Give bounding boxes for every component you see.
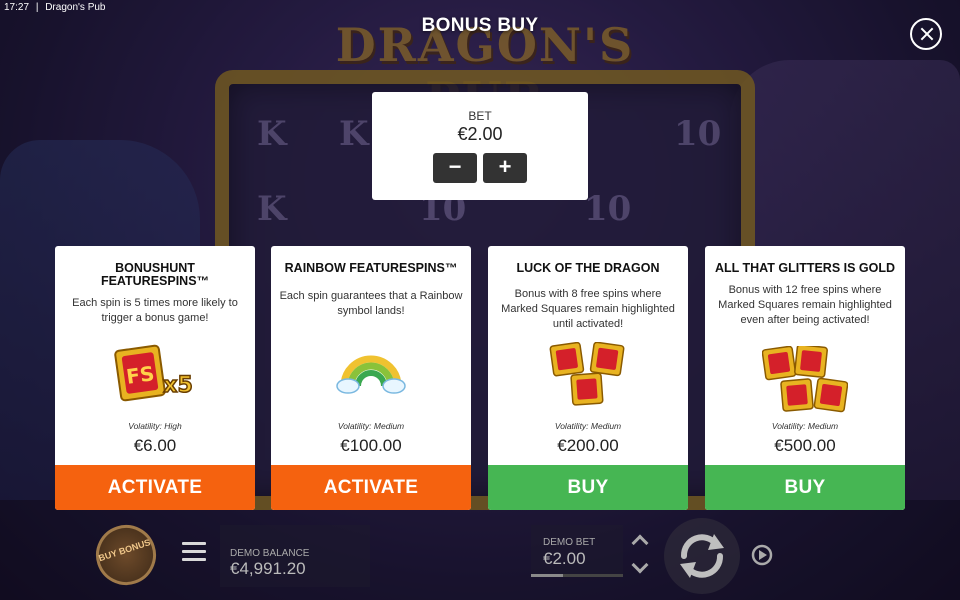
spin-icon [680,534,724,578]
volatility-label: Volatility: Medium [337,421,405,431]
bet-level-bar [531,574,623,577]
status-bar: 17:27 | Dragon's Pub [4,2,109,13]
bonus-card-all-that-glitters: ALL THAT GLITTERS IS GOLD Bonus with 12 … [705,246,905,510]
bonus-card-luck-of-the-dragon: LUCK OF THE DRAGON Bonus with 8 free spi… [488,246,688,510]
card-price: €500.00 [774,436,836,455]
chevron-up-icon[interactable] [631,534,649,552]
multiplier-label: x5 [163,373,193,398]
bet-display: DEMO BET €2.00 [531,525,623,577]
card-price: €100.00 [340,436,402,455]
bet-stepper[interactable] [628,531,652,575]
app-name: Dragon's Pub [45,2,106,13]
bet-display-value: €2.00 [543,549,586,568]
card-title: LUCK OF THE DRAGON [516,261,660,275]
activate-button[interactable]: ACTIVATE [55,465,255,510]
bottom-bar: BUY BONUS DEMO BALANCE €4,991.20 DEMO BE… [0,515,960,600]
status-separator: | [35,2,39,13]
balance-value: €4,991.20 [230,559,306,578]
card-price: €6.00 [133,436,177,455]
card-title: ALL THAT GLITTERS IS GOLD [714,261,896,275]
bet-panel: BET €2.00 − + [372,92,588,200]
bet-label: BET [468,109,492,123]
four-badges-icon [705,346,905,414]
clock: 17:27 [4,2,30,13]
spin-button[interactable] [664,518,740,594]
dialog-title: BONUS BUY [421,15,539,36]
activate-button[interactable]: ACTIVATE [271,465,471,510]
fs-x5-badge-icon: FS x5 [55,342,255,404]
card-title: BONUSHUNT FEATURESPINS™ [100,261,210,288]
card-description: Each spin is 5 times more likely to trig… [72,297,238,324]
volatility-label: Volatility: High [128,421,182,431]
bet-value: €2.00 [457,124,503,144]
buy-bonus-button[interactable]: BUY BONUS [88,517,164,593]
buy-button[interactable]: BUY [705,465,905,510]
bet-display-label: DEMO BET [543,537,596,548]
buy-button[interactable]: BUY [488,465,688,510]
autoplay-icon [751,544,773,566]
balance-label: DEMO BALANCE [230,548,310,559]
chevron-down-icon[interactable] [631,556,649,574]
card-price: €200.00 [557,436,619,455]
close-button[interactable] [910,18,942,50]
volatility-label: Volatility: Medium [554,421,622,431]
svg-text:FS: FS [125,361,156,389]
card-description: Each spin guarantees that a Rainbow symb… [279,290,463,317]
increase-bet-button[interactable]: + [483,153,527,183]
decrease-bet-button[interactable]: − [433,153,477,183]
bonus-card-bonushunt: BONUSHUNT FEATURESPINS™ Each spin is 5 t… [55,246,255,510]
balance-display: DEMO BALANCE €4,991.20 [220,525,370,587]
card-title: RAINBOW FEATURESPINS™ [284,261,458,275]
three-badges-icon [488,342,688,408]
volatility-label: Volatility: Medium [771,421,839,431]
menu-icon[interactable] [182,542,206,562]
card-description: Bonus with 8 free spins where Marked Squ… [501,288,675,330]
rainbow-icon [271,342,471,394]
autoplay-button[interactable] [748,541,776,569]
card-description: Bonus with 12 free spins where Marked Sq… [718,284,892,326]
bonus-card-rainbow: RAINBOW FEATURESPINS™ Each spin guarante… [271,246,471,510]
